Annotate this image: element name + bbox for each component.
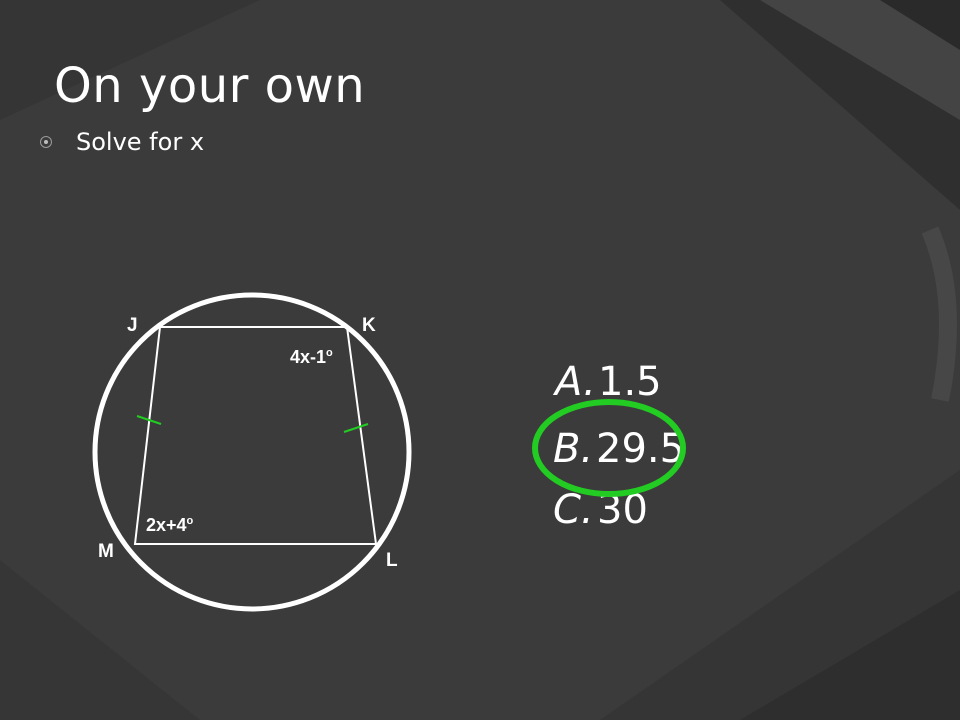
choice-b[interactable]: B. 29.5: [553, 426, 685, 472]
choice-b-letter: B.: [553, 426, 593, 472]
congruence-tick-kl: [343, 423, 369, 433]
choice-a-letter: A.: [552, 359, 596, 405]
point-label-k: K: [362, 315, 376, 336]
point-label-m: M: [98, 541, 114, 562]
geometry-diagram: J K L M 4x-1o 2x+4o A. 1.5 B. 29.5 C. 30: [92, 292, 686, 612]
choice-a-value: 1.5: [598, 359, 662, 405]
angle-label-m: 2x+4o: [146, 515, 194, 535]
choice-b-value: 29.5: [596, 426, 685, 472]
angle-label-k: 4x-1o: [290, 347, 333, 367]
point-label-l: L: [386, 550, 398, 571]
point-label-j: J: [127, 315, 138, 336]
choice-a[interactable]: A. 1.5: [552, 359, 662, 405]
circumscribed-circle: [92, 292, 412, 612]
inscribed-trapezoid: [133, 326, 378, 545]
